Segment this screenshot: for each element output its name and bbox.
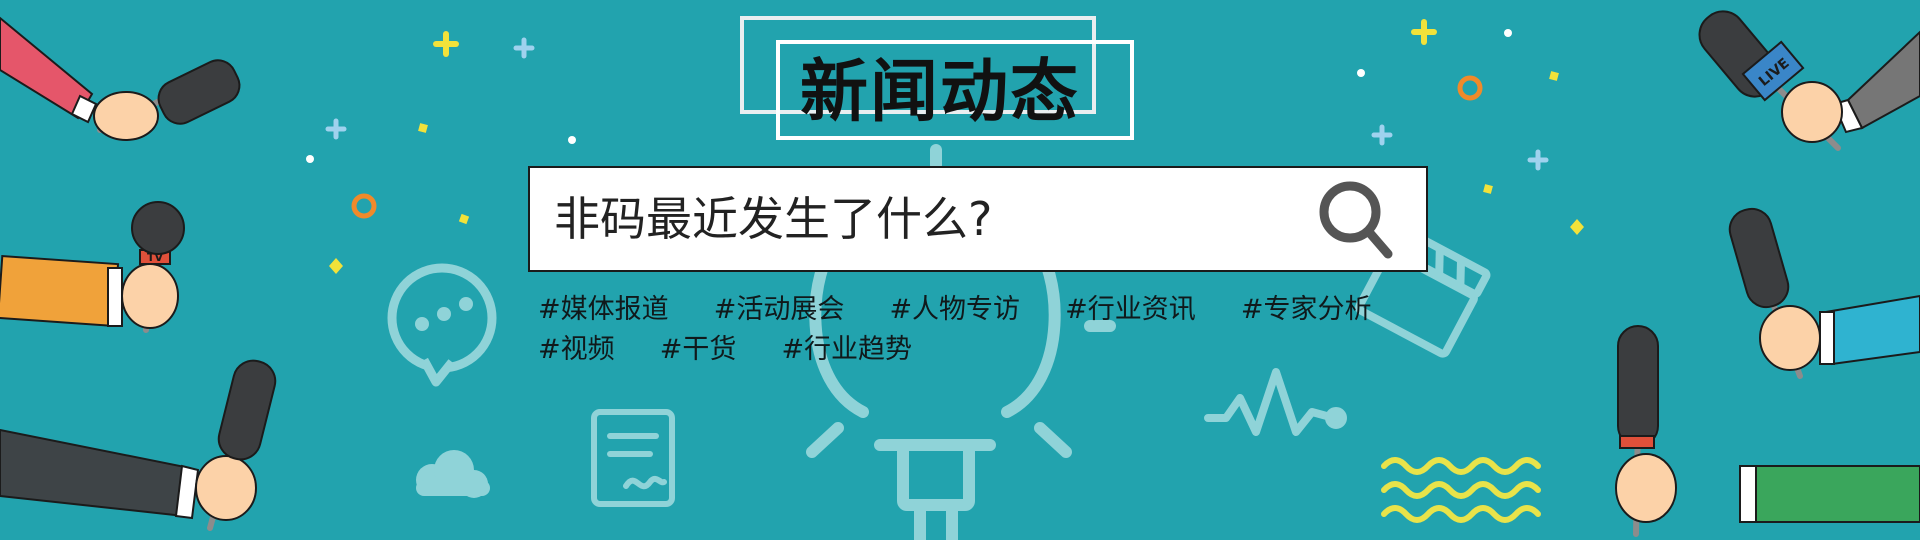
tag-interviews[interactable]: #人物专访 [889,290,1020,330]
cloud-icon [416,450,490,498]
tag-dry-goods[interactable]: #干货 [660,330,737,370]
tag-video[interactable]: #视频 [538,330,615,370]
search-input[interactable]: 非码最近发生了什么? [554,168,992,270]
search-bar[interactable]: 非码最近发生了什么? [528,166,1428,272]
tag-industry-news[interactable]: #行业资讯 [1065,290,1196,330]
news-banner: TV LIVE 新闻动态 非码最近发生了什么? #媒体报道 #活动展会 #人物专… [0,0,1920,540]
mic-hand-right-2 [1728,207,1920,379]
document-icon [591,409,675,507]
chat-bubble-icon [387,263,497,387]
mic-hand-left-2: TV [0,201,185,333]
wave-lines [1381,457,1541,523]
tag-expert-analysis[interactable]: #专家分析 [1241,290,1372,330]
mic-hand-right-1: LIVE [1698,10,1920,151]
mic-hand-left-3 [0,359,277,531]
search-icon [1319,181,1393,259]
title-frame: 新闻动态 [740,16,1136,140]
pulse-line-icon [1204,368,1347,436]
tag-events-exhibitions[interactable]: #活动展会 [714,290,845,330]
page-title: 新闻动态 [799,53,1080,132]
mic-hand-left-1 [0,16,241,141]
tag-media-reports[interactable]: #媒体报道 [538,290,669,330]
search-button[interactable] [1314,178,1398,262]
tag-industry-trends[interactable]: #行业趋势 [781,330,912,370]
tag-list: #媒体报道 #活动展会 #人物专访 #行业资讯 #专家分析 #视频 #干货 #行… [538,290,1438,370]
